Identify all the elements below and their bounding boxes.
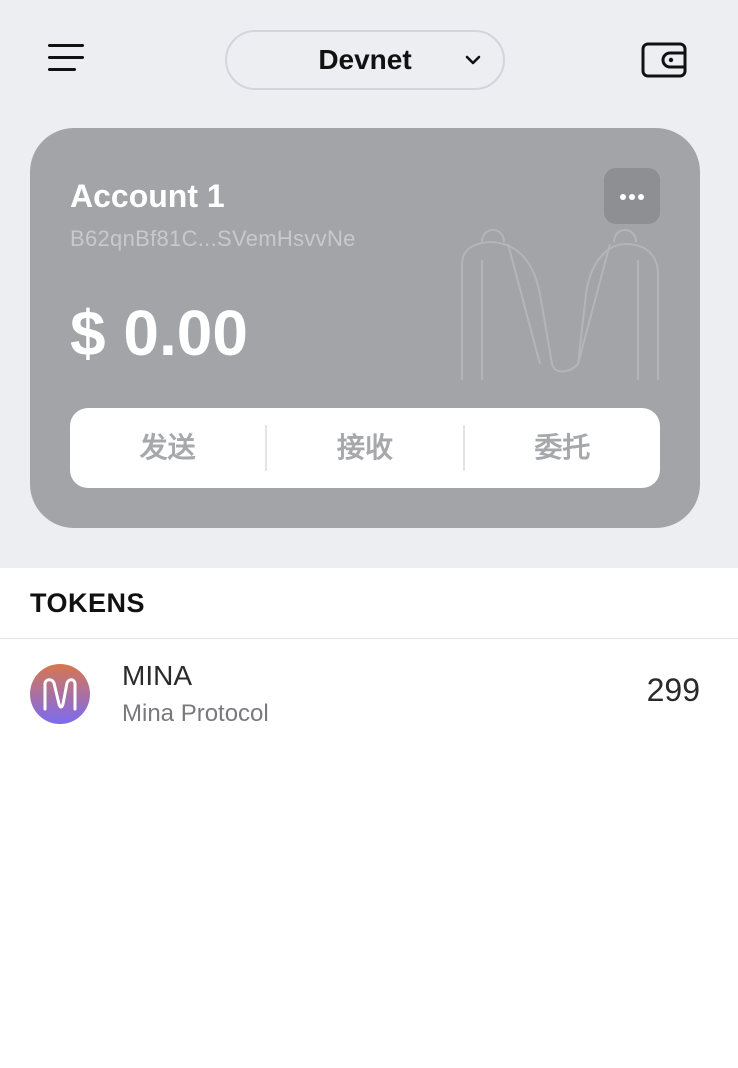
wallet-app: Devnet Account 1 B62qnBf81C...SVemHsvvNe…	[0, 0, 738, 1068]
token-symbol: MINA	[122, 660, 192, 691]
tokens-title: TOKENS	[30, 588, 146, 618]
mina-watermark-icon	[461, 229, 659, 380]
chevron-down-icon	[465, 55, 481, 65]
network-select[interactable]: Devnet	[225, 30, 505, 90]
delegate-button[interactable]: 委托	[465, 408, 660, 488]
more-options-button[interactable]	[604, 168, 660, 224]
top-area: Devnet Account 1 B62qnBf81C...SVemHsvvNe…	[0, 0, 738, 568]
token-row[interactable]: MINA Mina Protocol 299	[0, 640, 738, 750]
account-address[interactable]: B62qnBf81C...SVemHsvvNe	[70, 226, 356, 252]
menu-button[interactable]	[44, 40, 88, 78]
send-button[interactable]: 发送	[70, 408, 265, 488]
mina-logo-icon	[30, 664, 90, 724]
account-balance: $ 0.00	[70, 297, 248, 369]
receive-button[interactable]: 接收	[267, 408, 462, 488]
account-card: Account 1 B62qnBf81C...SVemHsvvNe $ 0.00…	[30, 128, 700, 528]
wallet-icon[interactable]	[640, 40, 688, 80]
action-bar: 发送 接收 委托	[70, 408, 660, 488]
token-name: Mina Protocol	[122, 700, 269, 727]
token-amount: 299	[646, 672, 700, 708]
network-label: Devnet	[318, 44, 412, 75]
tokens-header: TOKENS	[0, 568, 738, 639]
account-name: Account 1	[70, 178, 225, 214]
